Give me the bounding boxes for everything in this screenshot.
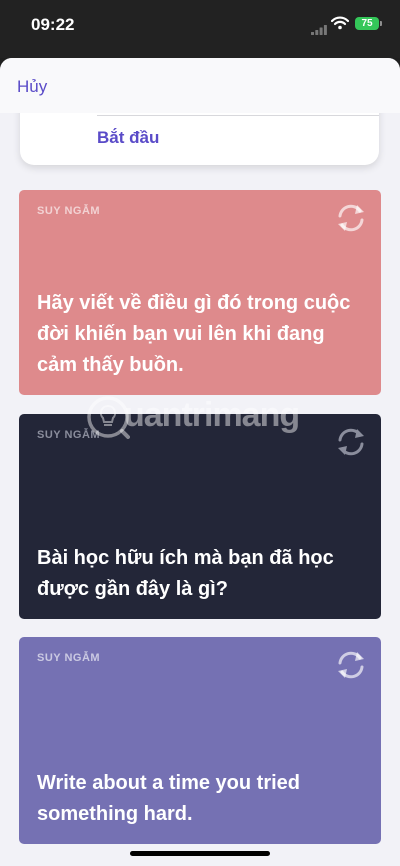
card-category: SUY NGẪM [37, 429, 101, 441]
divider [97, 115, 379, 116]
status-time: 09:22 [31, 15, 75, 34]
status-bar: 09:22 75 [0, 0, 400, 58]
wifi-icon [330, 16, 350, 35]
card-prompt-text: Write about a time you tried something h… [37, 772, 300, 825]
prompt-card[interactable]: SUY NGẪM Hãy viết về điều gì đó trong cu… [19, 190, 381, 395]
card-prompt-text: Bài học hữu ích mà bạn đã học được gần đ… [37, 547, 334, 600]
card-prompt-text: Hãy viết về điều gì đó trong cuộc đời kh… [37, 292, 351, 376]
prompt-card[interactable]: SUY NGẪM Bài học hữu ích mà bạn đã học đ… [19, 414, 381, 619]
start-button[interactable]: Bắt đầu [97, 128, 159, 148]
refresh-icon[interactable] [333, 424, 369, 460]
battery-icon: 75 [355, 17, 379, 30]
refresh-icon[interactable] [333, 200, 369, 236]
modal-sheet: Bắt đầu Hủy SUY NGẪM Hãy viết về điều gì… [0, 58, 400, 866]
battery-cap [380, 21, 382, 26]
signal-icon [311, 22, 327, 40]
cancel-button[interactable]: Hủy [17, 77, 47, 97]
home-indicator [130, 851, 270, 856]
card-category: SUY NGẪM [37, 652, 101, 664]
nav-bar: Hủy [0, 58, 400, 113]
prompt-card[interactable]: SUY NGẪM Write about a time you tried so… [19, 637, 381, 844]
card-category: SUY NGẪM [37, 205, 101, 217]
refresh-icon[interactable] [333, 647, 369, 683]
